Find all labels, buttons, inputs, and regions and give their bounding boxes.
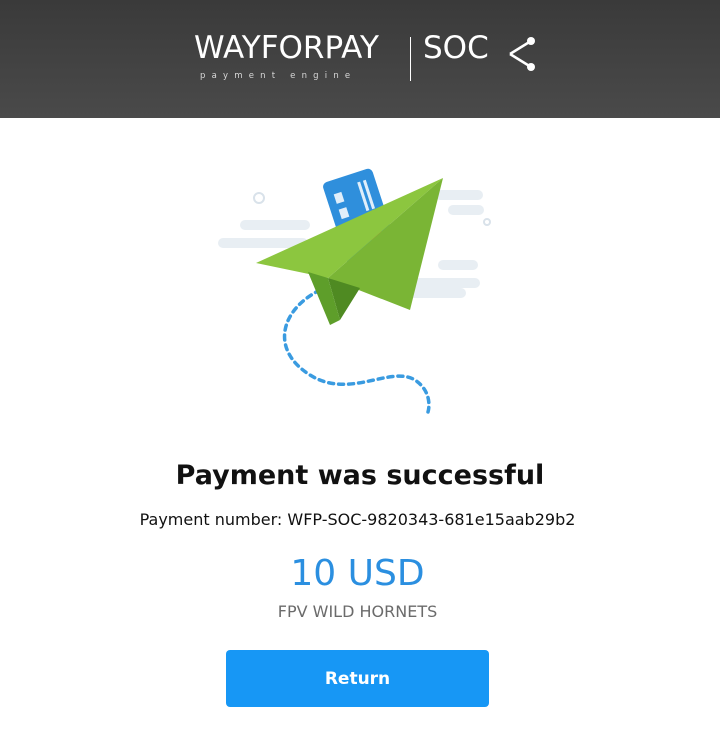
payment-number: Payment number: WFP-SOC-9820343-681e15aa… xyxy=(0,510,715,529)
logo-divider xyxy=(410,37,411,81)
page-header: WAYFORPAY payment engine SOC xyxy=(0,0,720,118)
partner-name: SOC xyxy=(423,30,489,66)
brand-tagline: payment engine xyxy=(200,71,357,81)
payment-amount: 10 USD xyxy=(290,553,425,594)
status-title: Payment was successful xyxy=(175,460,545,491)
share-icon xyxy=(509,37,535,71)
brand-name: WAYFORPAY xyxy=(194,30,379,66)
merchant-name: FPV WILD HORNETS xyxy=(277,602,438,621)
paper-plane-card-icon xyxy=(218,168,491,414)
return-button[interactable]: Return xyxy=(226,650,489,707)
brand-logo: WAYFORPAY payment engine SOC xyxy=(0,0,720,118)
payment-number-value: WFP-SOC-9820343-681e15aab29b2 xyxy=(287,510,576,529)
payment-number-label: Payment number: xyxy=(139,510,283,529)
